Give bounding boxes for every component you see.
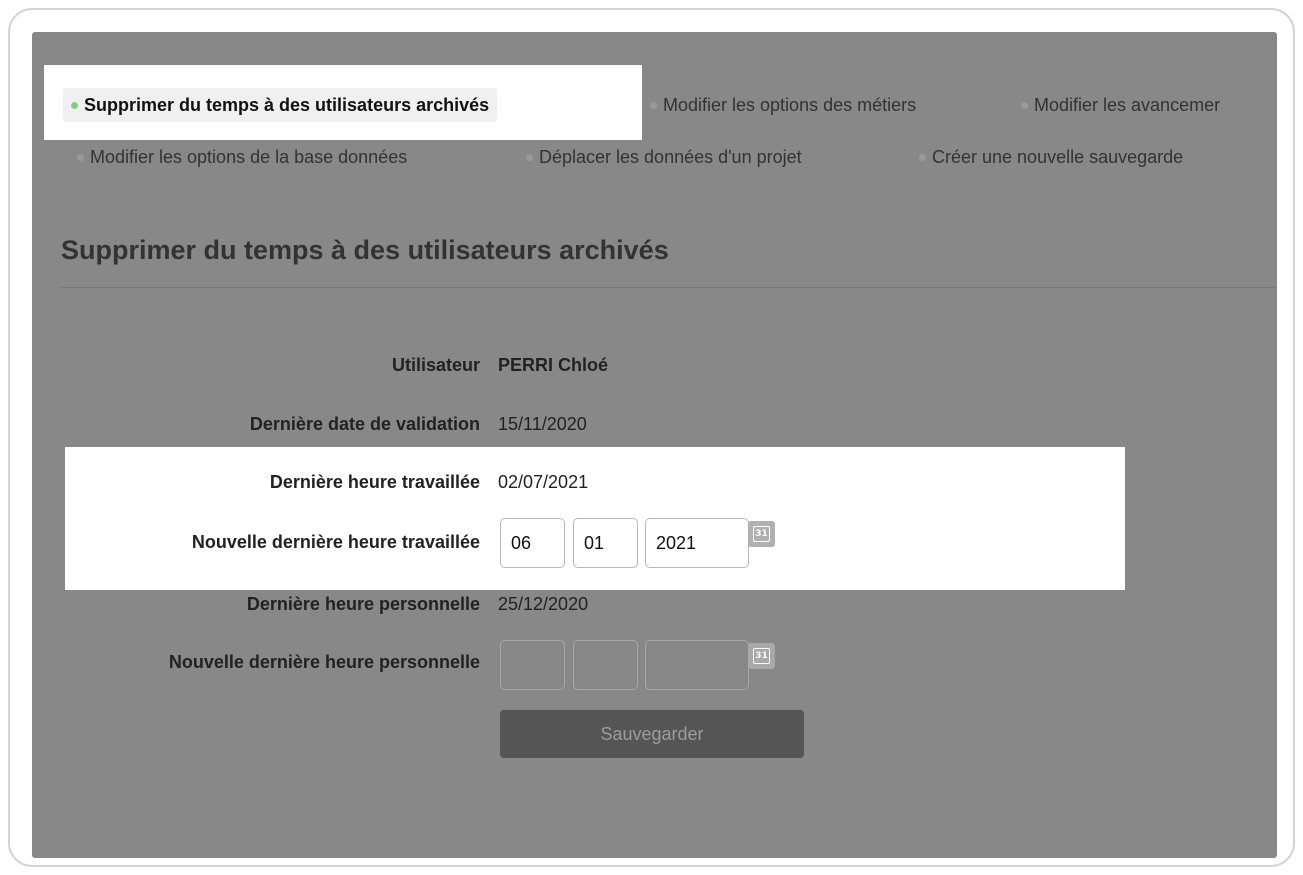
dot-icon — [919, 153, 926, 161]
new-personal-day-input[interactable] — [500, 640, 565, 690]
last-worked-value: 02/07/2021 — [498, 472, 589, 492]
page-title: Supprimer du temps à des utilisateurs ar… — [61, 235, 669, 265]
last-personal-value: 25/12/2020 — [498, 594, 589, 614]
last-personal-label: Dernière heure personnelle — [246, 594, 480, 614]
calendar-icon[interactable]: 31 — [748, 643, 775, 669]
title-divider — [61, 287, 1277, 288]
tab-create-backup[interactable]: Créer une nouvelle sauvegarde — [919, 140, 1183, 174]
new-last-worked-label: Nouvelle dernière heure travaillée — [191, 532, 480, 552]
last-worked-label: Dernière heure travaillée — [269, 472, 480, 492]
tab-database-options[interactable]: Modifier les options de la base données — [77, 140, 407, 174]
new-personal-year-input[interactable] — [645, 640, 749, 690]
new-worked-month-input[interactable] — [573, 518, 638, 568]
dot-icon — [77, 153, 84, 161]
new-last-personal-label: Nouvelle dernière heure personnelle — [168, 652, 480, 672]
calendar-icon-label: 31 — [753, 526, 770, 542]
new-worked-day-input[interactable] — [500, 518, 565, 568]
user-label: Utilisateur — [391, 355, 480, 375]
tab-delete-archived-time[interactable]: Supprimer du temps à des utilisateurs ar… — [63, 88, 498, 122]
user-value: PERRI Chloé — [498, 355, 609, 375]
dot-icon — [650, 101, 657, 109]
save-button[interactable]: Sauvegarder — [500, 710, 804, 758]
new-personal-month-input[interactable] — [573, 640, 638, 690]
last-validation-label: Dernière date de validation — [249, 414, 480, 434]
new-worked-year-input[interactable] — [645, 518, 749, 568]
tab-trade-options[interactable]: Modifier les options des métiers — [650, 88, 916, 122]
dot-icon — [526, 153, 533, 161]
active-dot-icon — [71, 101, 78, 109]
last-validation-value: 15/11/2020 — [498, 414, 587, 434]
tab-move-project-data[interactable]: Déplacer les données d'un projet — [526, 140, 802, 174]
calendar-icon-label: 31 — [753, 648, 770, 664]
calendar-icon[interactable]: 31 — [748, 521, 775, 547]
tab-modify-progress[interactable]: Modifier les avancemer — [1021, 88, 1220, 122]
dot-icon — [1021, 101, 1028, 109]
